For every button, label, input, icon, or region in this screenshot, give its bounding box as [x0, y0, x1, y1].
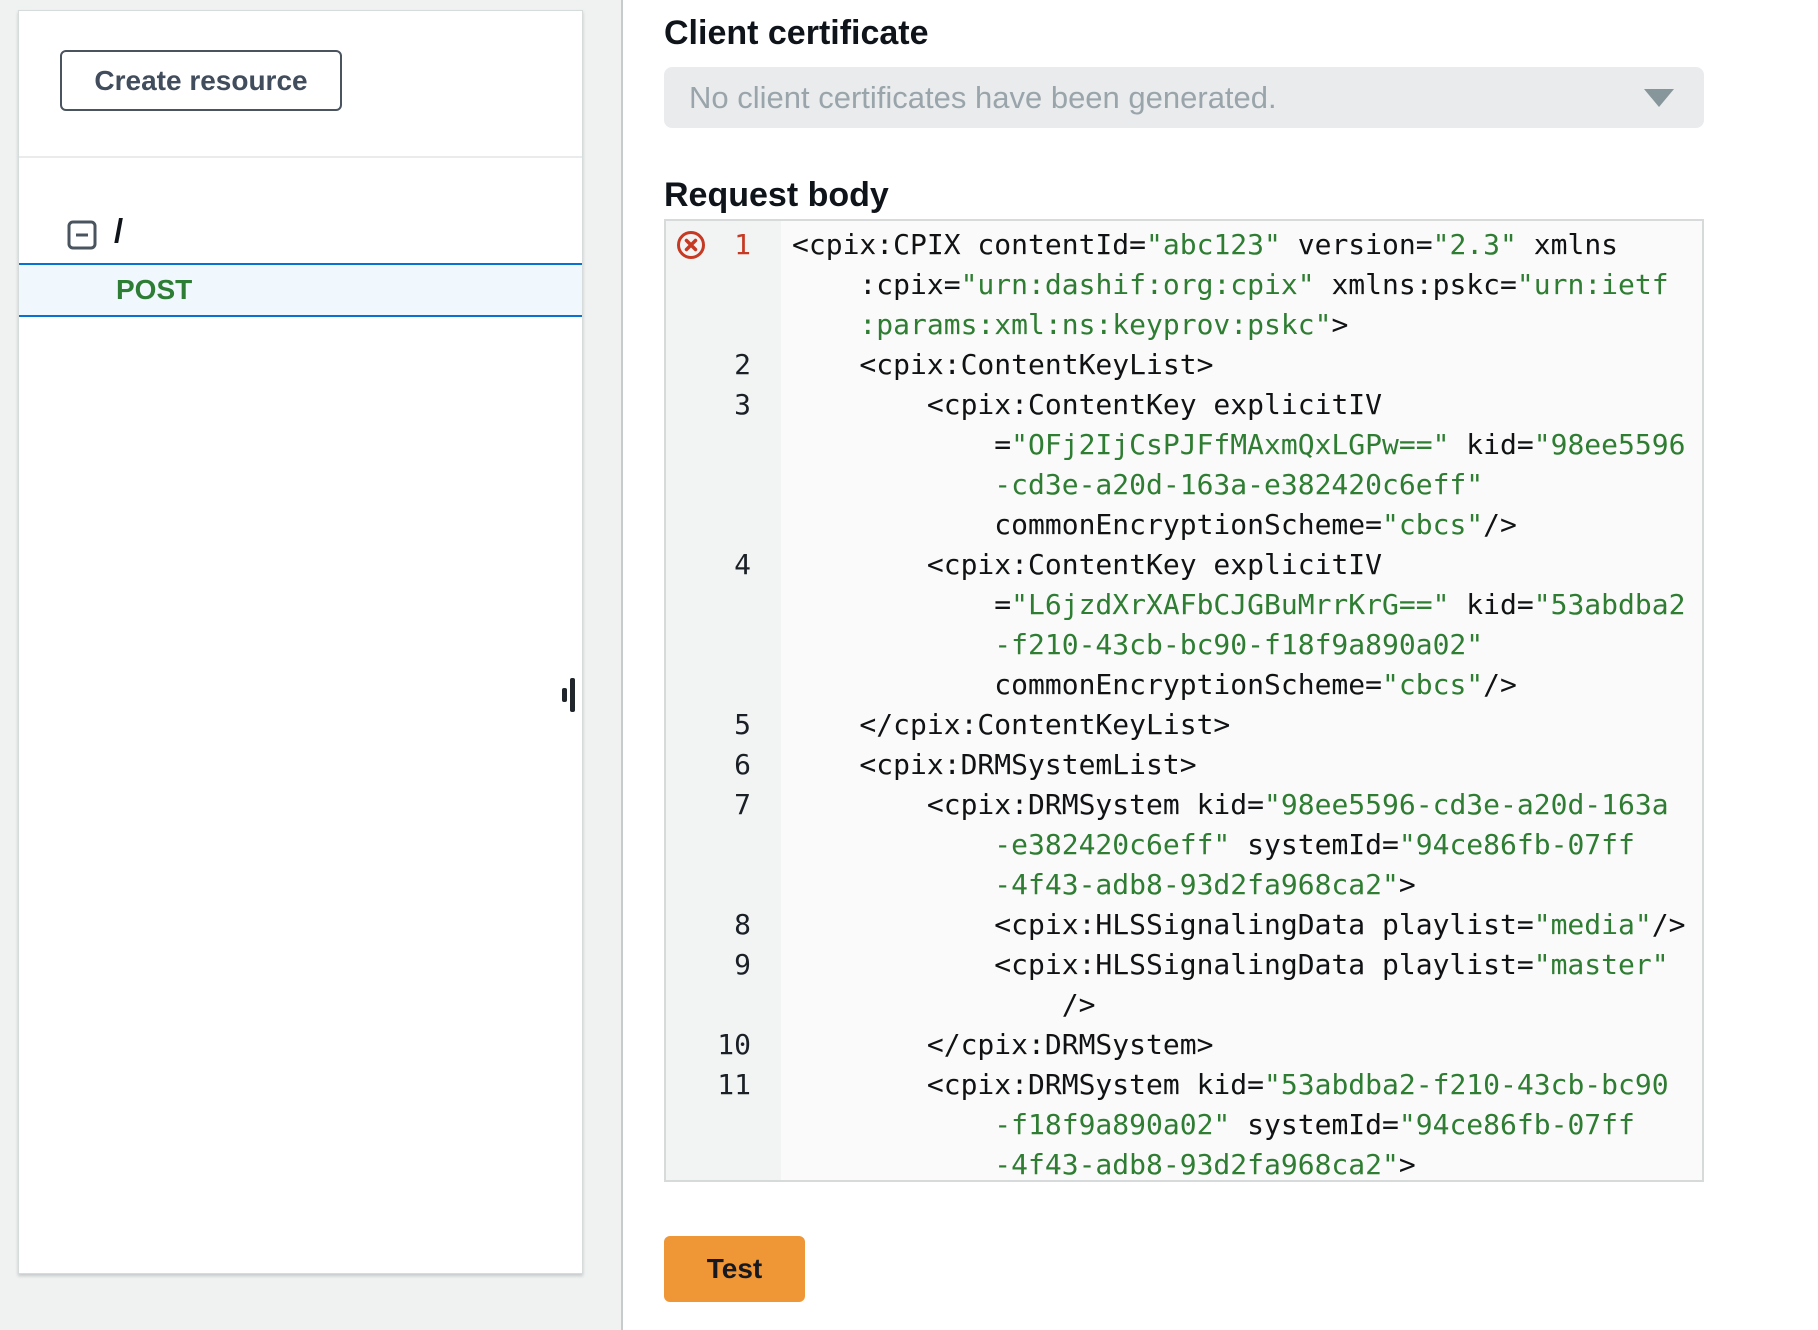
- test-method-panel: Client certificate No client certificate…: [621, 0, 1818, 1330]
- editor-gutter-row: [666, 265, 781, 305]
- code-row: :params:xml:ns:keyprov:pskc">: [781, 305, 1702, 345]
- editor-gutter-row: [666, 625, 781, 665]
- editor-gutter-row: 4: [666, 545, 781, 585]
- editor-gutter-row: [666, 585, 781, 625]
- line-number: 4: [666, 545, 781, 585]
- code-row: <cpix:DRMSystemList>: [781, 745, 1702, 785]
- editor-gutter-row: [666, 1105, 781, 1145]
- code-row: ="L6jzdXrXAFbCJGBuMrrKrG==" kid="53abdba…: [781, 585, 1702, 625]
- code-row: commonEncryptionScheme="cbcs"/>: [781, 505, 1702, 545]
- resource-root-item[interactable]: /: [19, 214, 582, 258]
- line-number: 2: [666, 345, 781, 385]
- code-row: -e382420c6eff" systemId="94ce86fb-07ff: [781, 825, 1702, 865]
- code-row: <cpix:CPIX contentId="abc123" version="2…: [781, 225, 1702, 265]
- editor-gutter-row: 1: [666, 225, 781, 265]
- code-row: </cpix:ContentKeyList>: [781, 705, 1702, 745]
- editor-gutter-row: [666, 465, 781, 505]
- editor-gutter-row: 9: [666, 945, 781, 985]
- code-row: ="OFj2IjCsPJFfMAxmQxLGPw==" kid="98ee559…: [781, 425, 1702, 465]
- editor-gutter-row: 7: [666, 785, 781, 825]
- editor-gutter-row: 2: [666, 345, 781, 385]
- resource-root-label: /: [114, 212, 123, 250]
- line-number: 8: [666, 905, 781, 945]
- panel-resize-handle[interactable]: [570, 678, 575, 712]
- editor-gutter-row: [666, 865, 781, 905]
- editor-gutter-row: 11: [666, 1065, 781, 1105]
- line-number: 10: [666, 1025, 781, 1065]
- editor-gutter-row: [666, 665, 781, 705]
- test-button[interactable]: Test: [664, 1236, 805, 1302]
- line-number: 5: [666, 705, 781, 745]
- resource-tree-card: Create resource / POST: [18, 10, 583, 1274]
- request-body-heading: Request body: [664, 176, 889, 215]
- code-row: -f18f9a890a02" systemId="94ce86fb-07ff: [781, 1105, 1702, 1145]
- line-number: 3: [666, 385, 781, 425]
- code-row: <cpix:DRMSystem kid="53abdba2-f210-43cb-…: [781, 1065, 1702, 1105]
- editor-gutter-row: [666, 425, 781, 465]
- code-row: </cpix:DRMSystem>: [781, 1025, 1702, 1065]
- code-row: -f210-43cb-bc90-f18f9a890a02": [781, 625, 1702, 665]
- code-row: -4f43-adb8-93d2fa968ca2">: [781, 1145, 1702, 1180]
- code-row: <cpix:ContentKeyList>: [781, 345, 1702, 385]
- editor-gutter-row: 8: [666, 905, 781, 945]
- code-row: -4f43-adb8-93d2fa968ca2">: [781, 865, 1702, 905]
- chevron-down-icon: [1644, 89, 1674, 107]
- editor-gutter-row: 5: [666, 705, 781, 745]
- resources-panel: Create resource / POST: [0, 0, 621, 1330]
- code-row: />: [781, 985, 1702, 1025]
- editor-gutter-row: [666, 505, 781, 545]
- code-row: :cpix="urn:dashif:org:cpix" xmlns:pskc="…: [781, 265, 1702, 305]
- code-row: -cd3e-a20d-163a-e382420c6eff": [781, 465, 1702, 505]
- editor-gutter-row: 3: [666, 385, 781, 425]
- editor-gutter-row: [666, 985, 781, 1025]
- client-certificate-dropdown-value: No client certificates have been generat…: [689, 80, 1277, 116]
- line-number: 6: [666, 745, 781, 785]
- error-icon: [676, 230, 706, 260]
- method-post-item[interactable]: POST: [19, 263, 582, 317]
- panel-resize-handle[interactable]: [562, 688, 567, 702]
- method-post-label: POST: [116, 274, 192, 306]
- code-row: <cpix:HLSSignalingData playlist="media"/…: [781, 905, 1702, 945]
- code-row: <cpix:ContentKey explicitIV: [781, 385, 1702, 425]
- line-number: 11: [666, 1065, 781, 1105]
- request-body-editor[interactable]: 1 23 4 567 89 1011 <cpix:CPIX contentId="abc1…: [664, 219, 1704, 1182]
- line-number: 7: [666, 785, 781, 825]
- client-certificate-heading: Client certificate: [664, 14, 929, 53]
- code-row: <cpix:HLSSignalingData playlist="master": [781, 945, 1702, 985]
- editor-code: <cpix:CPIX contentId="abc123" version="2…: [781, 221, 1702, 1180]
- editor-gutter-row: [666, 825, 781, 865]
- editor-gutter-row: [666, 1145, 781, 1182]
- code-row: commonEncryptionScheme="cbcs"/>: [781, 665, 1702, 705]
- line-number: 9: [666, 945, 781, 985]
- collapse-minus-icon[interactable]: [67, 220, 97, 250]
- sidebar-divider: [19, 156, 582, 158]
- code-row: <cpix:ContentKey explicitIV: [781, 545, 1702, 585]
- editor-gutter: 1 23 4 567 89 1011: [666, 221, 781, 1180]
- code-row: <cpix:DRMSystem kid="98ee5596-cd3e-a20d-…: [781, 785, 1702, 825]
- client-certificate-dropdown[interactable]: No client certificates have been generat…: [664, 67, 1704, 128]
- create-resource-button[interactable]: Create resource: [60, 50, 342, 111]
- editor-gutter-row: [666, 305, 781, 345]
- editor-gutter-row: 10: [666, 1025, 781, 1065]
- editor-gutter-row: 6: [666, 745, 781, 785]
